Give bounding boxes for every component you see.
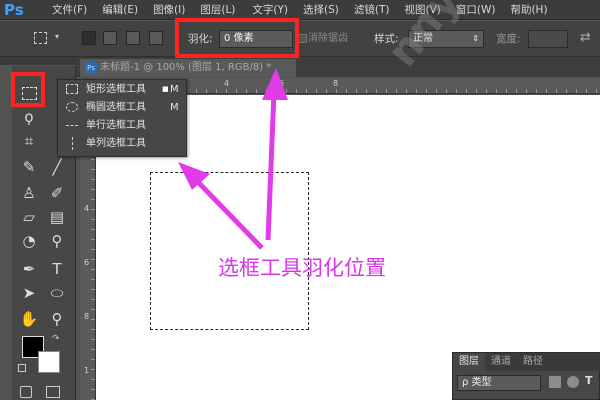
adjustment-filter-icon[interactable] bbox=[567, 376, 579, 388]
tab-layers[interactable]: 图层 bbox=[453, 353, 485, 371]
tab-paths[interactable]: 路径 bbox=[517, 353, 549, 371]
image-filter-icon[interactable] bbox=[549, 376, 561, 388]
annotation-arrows bbox=[178, 68, 288, 250]
arrow-head-selection bbox=[178, 162, 210, 190]
arrow-to-selection bbox=[194, 178, 264, 250]
layers-panel: 图层 通道 路径 ρ 类型 T bbox=[452, 352, 600, 400]
layer-filter-select[interactable]: ρ 类型 bbox=[457, 375, 541, 391]
type-filter-icon[interactable]: T bbox=[585, 374, 593, 387]
arrow-head-feather bbox=[262, 68, 288, 100]
layers-panel-tabs: 图层 通道 路径 bbox=[453, 353, 600, 371]
tab-channels[interactable]: 通道 bbox=[485, 353, 517, 371]
arrow-to-feather bbox=[265, 91, 277, 241]
annotation-caption: 选框工具羽化位置 bbox=[218, 256, 386, 280]
